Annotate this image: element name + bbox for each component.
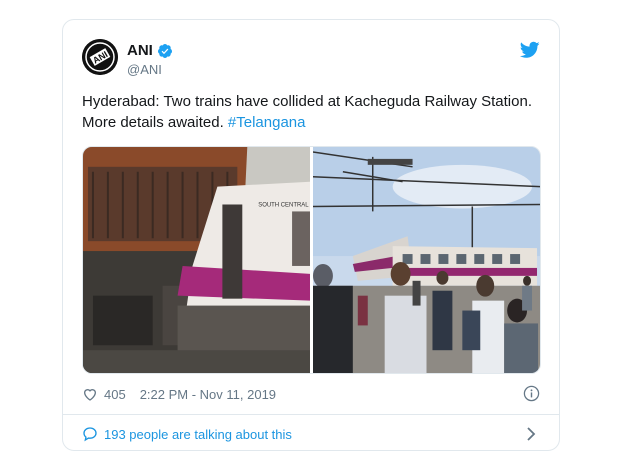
conversation-link[interactable]: 193 people are talking about this [82,424,540,444]
tweet-header: ANI ANI @ANI [82,39,540,79]
avatar[interactable]: ANI [82,39,118,75]
tweet-text: Hyderabad: Two trains have collided at K… [82,91,542,133]
timestamp-link[interactable]: 2:22 PM - Nov 11, 2019 [140,387,276,402]
embedded-tweet-card[interactable]: ANI ANI @ANI Hyderabad: Two trains have … [62,19,560,451]
author-name[interactable]: ANI [127,42,153,59]
tweet-meta: 405 2:22 PM - Nov 11, 2019 [82,384,540,404]
photo-derailed-train-crowd[interactable] [312,147,540,373]
tweet-media[interactable]: SOUTH CENTRAL [82,146,541,374]
author-handle[interactable]: @ANI [127,62,162,77]
heart-icon[interactable] [82,386,98,402]
chevron-right-icon[interactable] [526,427,536,441]
conversation-text[interactable]: 193 people are talking about this [104,427,292,442]
info-icon[interactable] [523,385,540,402]
card-divider [63,414,559,415]
hashtag-link[interactable]: #Telangana [228,114,306,131]
verified-badge-icon [157,43,172,58]
tweet-body: Hyderabad: Two trains have collided at K… [82,93,532,131]
like-count[interactable]: 405 [104,387,126,402]
photo-collided-train-closeup[interactable]: SOUTH CENTRAL [83,147,310,373]
twitter-bird-icon[interactable] [520,41,540,59]
photo-sign-text: SOUTH CENTRAL [258,202,309,208]
speech-bubble-icon [83,427,97,442]
author-name-row[interactable]: ANI [127,42,173,59]
